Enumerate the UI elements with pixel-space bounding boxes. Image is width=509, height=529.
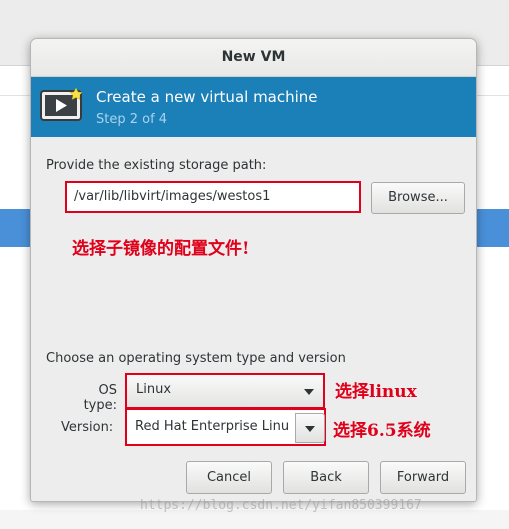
os-section-label: Choose an operating system type and vers…	[46, 351, 346, 366]
version-dropdown-button[interactable]	[295, 413, 325, 443]
forward-button[interactable]: Forward	[380, 461, 466, 494]
version-value: Red Hat Enterprise Linu	[135, 419, 290, 434]
storage-path-input[interactable]: /var/lib/libvirt/images/westos1	[65, 181, 361, 213]
storage-annotation: 选择子镜像的配置文件!	[72, 239, 250, 259]
watermark-text: https://blog.csdn.net/yifan850399167	[140, 498, 422, 513]
back-button[interactable]: Back	[283, 461, 369, 494]
version-label: Version:	[61, 420, 114, 435]
os-type-label: OS type:	[83, 383, 117, 413]
os-type-annotation: 选择linux	[335, 382, 417, 402]
storage-path-label: Provide the existing storage path:	[46, 158, 267, 173]
browse-button[interactable]: Browse...	[371, 182, 465, 214]
banner-title: Create a new virtual machine	[96, 88, 318, 106]
cancel-button[interactable]: Cancel	[186, 461, 272, 494]
monitor-play-icon	[40, 86, 84, 126]
dialog-title: New VM	[31, 39, 476, 77]
banner-step-indicator: Step 2 of 4	[96, 112, 168, 127]
dropdown-arrow-icon	[304, 389, 314, 395]
os-type-value: Linux	[136, 382, 172, 397]
version-annotation: 选择6.5系统	[333, 421, 431, 441]
os-type-dropdown[interactable]: Linux	[125, 373, 325, 409]
wizard-banner: Create a new virtual machine Step 2 of 4	[31, 77, 476, 137]
dropdown-arrow-icon	[305, 426, 315, 432]
